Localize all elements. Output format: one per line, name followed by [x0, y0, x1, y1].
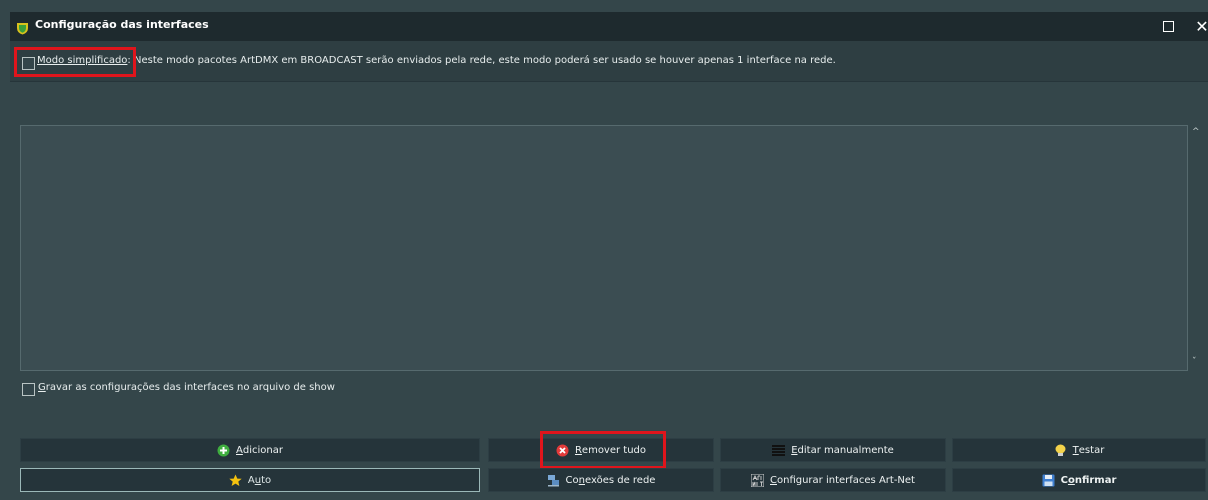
artnet-logo-icon [750, 473, 765, 487]
star-icon [229, 474, 242, 487]
floppy-disk-icon [1042, 474, 1055, 487]
configure-artnet-button[interactable]: Configurar interfaces Art-Net [720, 468, 946, 492]
save-in-show-label-text: ravar as configurações das interfaces no… [45, 382, 335, 393]
save-in-show-checkbox[interactable] [22, 383, 35, 396]
edit-manually-label: ditar manualmente [797, 444, 894, 456]
list-scrollbar[interactable]: ^ ˇ [1188, 125, 1206, 371]
save-in-show-label-mnemonic: G [38, 382, 46, 393]
auto-button[interactable]: Au to [20, 468, 480, 492]
confirm-button[interactable]: Co nfirmar [952, 468, 1206, 492]
test-label: estar [1078, 444, 1105, 456]
plus-circle-icon [217, 444, 230, 457]
edit-manually-button[interactable]: Editar manualmente [720, 438, 946, 462]
confirm-label-mnemonic: o [1067, 474, 1075, 486]
content-area: Modo simplificado: Neste modo pacotes Ar… [10, 41, 1208, 500]
simple-mode-row: Modo simplificado: Neste modo pacotes Ar… [10, 41, 1208, 82]
confirm-label: nfirmar [1074, 474, 1117, 486]
network-label: exões de rede [584, 474, 656, 486]
network-label-first: Co [565, 474, 579, 486]
close-icon: ✕ [1195, 16, 1208, 36]
remove-all-highlight [540, 431, 666, 469]
interfaces-list[interactable] [20, 125, 1188, 371]
simple-mode-description: : Neste modo pacotes ArtDMX em BROADCAST… [127, 55, 836, 66]
auto-label: to [261, 474, 272, 486]
test-button[interactable]: Testar [952, 438, 1206, 462]
artnet-label-mnemonic: C [770, 474, 777, 486]
interfaces-config-window: Configuração das interfaces ✕ Modo simpl… [0, 0, 1208, 500]
network-connections-button[interactable]: Co n exões de rede [488, 468, 714, 492]
save-in-show-label[interactable]: Gravar as configurações das interfaces n… [38, 382, 335, 393]
scroll-down-icon[interactable]: ˇ [1192, 357, 1197, 367]
confirm-label-first: C [1060, 474, 1068, 486]
scroll-up-icon[interactable]: ^ [1192, 127, 1200, 137]
add-label-mnemonic: A [236, 444, 243, 456]
list-icon [772, 444, 786, 457]
window-title: Configuração das interfaces [35, 18, 209, 31]
maximize-icon [1162, 21, 1174, 32]
auto-label-first: A [247, 474, 255, 486]
lightbulb-icon [1054, 444, 1067, 457]
shield-icon [16, 20, 29, 35]
add-label: dicionar [242, 444, 283, 456]
network-icon [547, 474, 560, 487]
title-bar: Configuração das interfaces ✕ [10, 12, 1208, 41]
simple-mode-label[interactable]: Modo simplificado: Neste modo pacotes Ar… [37, 55, 836, 66]
simple-mode-highlight [14, 47, 136, 77]
close-button[interactable]: ✕ [1182, 12, 1208, 41]
add-button[interactable]: Adicionar [20, 438, 480, 462]
artnet-label: onfigurar interfaces Art-Net [776, 474, 915, 486]
